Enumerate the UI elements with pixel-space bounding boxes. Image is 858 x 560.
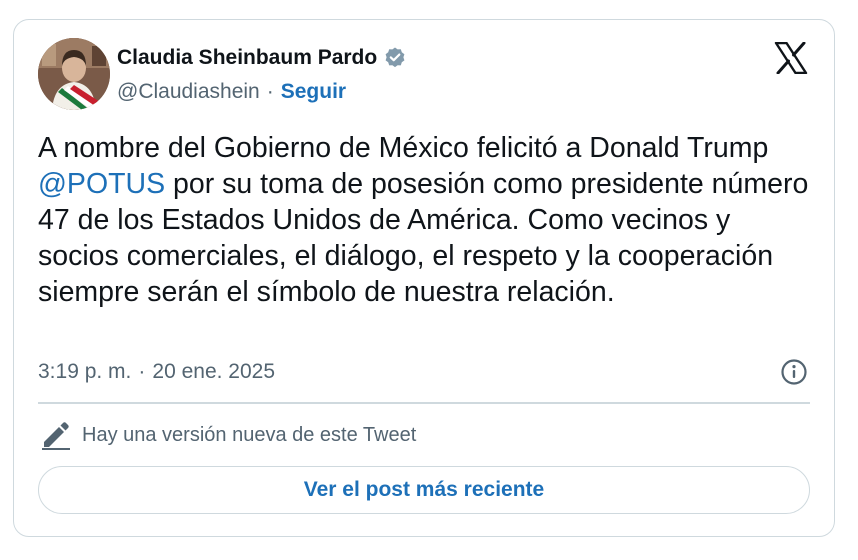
tweet-text: A nombre del Gobierno de México felicitó… (38, 130, 818, 310)
tweet-text-before: A nombre del Gobierno de México felicitó… (38, 132, 769, 164)
tweet-date: 20 ene. 2025 (152, 360, 276, 383)
handle-separator: · (266, 80, 274, 103)
view-latest-post-label: Ver el post más reciente (303, 478, 545, 501)
divider (38, 402, 810, 404)
edited-notice-text: Hay una versión nueva de este Tweet (82, 423, 417, 446)
verified-badge-icon (385, 47, 405, 68)
pencil-icon (42, 422, 70, 450)
author-name-row: Claudia Sheinbaum Pardo (117, 46, 407, 70)
x-logo-icon[interactable] (774, 42, 808, 74)
author-handle[interactable]: @Claudiashein (117, 80, 260, 104)
info-icon[interactable] (780, 358, 808, 386)
tweet-card: Claudia Sheinbaum Pardo @Claudiashein · … (13, 19, 835, 537)
avatar[interactable] (38, 38, 110, 110)
tweet-time: 3:19 p. m. (38, 360, 132, 383)
profile-photo-icon (38, 38, 110, 110)
tweet-timestamp[interactable]: 3:19 p. m. · 20 ene. 2025 (38, 360, 275, 384)
author-display-name[interactable]: Claudia Sheinbaum Pardo (117, 46, 377, 70)
follow-button[interactable]: Seguir (281, 80, 346, 104)
author-handle-row: @Claudiashein · Seguir (117, 80, 346, 104)
view-latest-post-button[interactable]: Ver el post más reciente (38, 466, 810, 514)
edited-notice: Hay una versión nueva de este Tweet (40, 420, 416, 450)
timestamp-separator: · (138, 360, 146, 383)
mention-link[interactable]: @POTUS (38, 168, 165, 200)
